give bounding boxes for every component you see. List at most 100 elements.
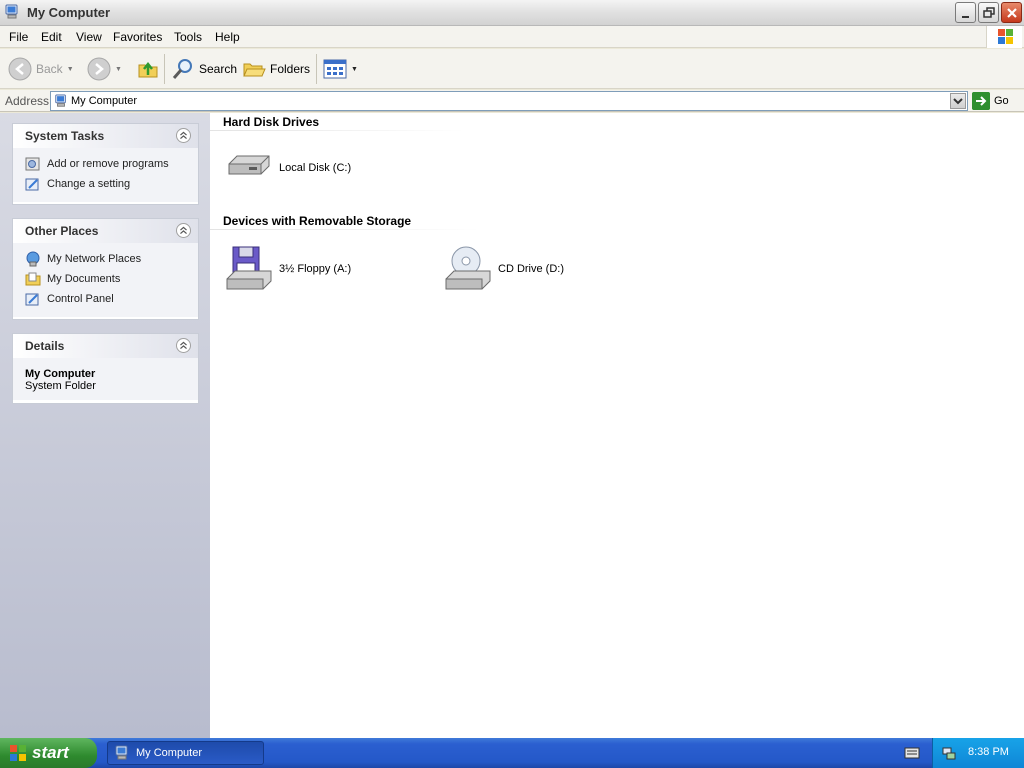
task-label: Add or remove programs (47, 158, 169, 170)
other-places-panel: Other Places My Network Places My Docume… (12, 218, 199, 320)
network-places-icon (26, 251, 40, 267)
system-tasks-title: System Tasks (25, 129, 105, 143)
forward-dropdown-icon[interactable]: ▼ (115, 66, 122, 73)
toolbar-separator (316, 54, 317, 84)
place-label: My Network Places (47, 253, 142, 265)
up-folder-button[interactable] (136, 55, 160, 83)
task-add-remove-programs[interactable]: Add or remove programs (25, 154, 198, 174)
system-tasks-body: Add or remove programs Change a setting (13, 148, 198, 202)
drive-label: CD Drive (D:) (498, 263, 564, 275)
up-folder-icon (138, 61, 158, 78)
address-dropdown-button[interactable] (950, 93, 966, 109)
menu-bar: File Edit View Favorites Tools Help (0, 26, 1024, 48)
details-name: My Computer (25, 368, 96, 380)
title-bar[interactable]: My Computer (0, 0, 1024, 26)
windows-logo (986, 26, 1022, 48)
system-tasks-panel: System Tasks Add or remove programs Chan… (12, 123, 199, 205)
place-my-network-places[interactable]: My Network Places (25, 249, 198, 269)
windows-flag-icon (10, 745, 26, 761)
floppy-drive-icon (226, 246, 272, 290)
back-button[interactable]: Back ▼ (8, 55, 74, 83)
drive-cd-d[interactable]: CD Drive (D:) (444, 245, 564, 293)
search-label: Search (199, 62, 238, 76)
drive-floppy-a[interactable]: 3½ Floppy (A:) (225, 245, 351, 293)
drive-label: 3½ Floppy (A:) (279, 263, 352, 275)
my-computer-icon (115, 745, 128, 760)
views-icon (323, 59, 347, 79)
forward-button[interactable]: ▼ (87, 55, 122, 83)
place-control-panel[interactable]: Control Panel (25, 289, 198, 309)
clock[interactable]: 8:38 PM (968, 746, 1009, 758)
menu-help[interactable]: Help (215, 30, 240, 44)
details-type: System Folder (25, 380, 96, 392)
close-icon (1007, 8, 1017, 18)
folders-label: Folders (270, 62, 311, 76)
menu-tools[interactable]: Tools (174, 30, 202, 44)
my-computer-icon (5, 4, 18, 19)
collapse-icon[interactable] (176, 223, 191, 238)
menu-file[interactable]: File (9, 30, 28, 44)
address-value: My Computer (71, 95, 138, 107)
minimize-button[interactable] (955, 2, 976, 23)
back-arrow-icon (8, 57, 32, 81)
chevron-down-icon (953, 98, 963, 105)
minimize-icon (962, 16, 969, 18)
toolbar: Back ▼ ▼ Search Folders ▼ (0, 49, 1024, 89)
menu-view[interactable]: View (76, 30, 102, 44)
other-places-title: Other Places (25, 224, 99, 238)
address-input[interactable]: My Computer (50, 91, 968, 111)
add-remove-programs-icon (25, 157, 40, 171)
group-divider (210, 130, 465, 131)
place-label: My Documents (47, 273, 121, 285)
search-button[interactable]: Search (171, 55, 237, 83)
start-label: start (32, 743, 69, 762)
restore-button[interactable] (978, 2, 999, 23)
back-dropdown-icon[interactable]: ▼ (67, 66, 74, 73)
details-title: Details (25, 339, 65, 353)
close-button[interactable] (1001, 2, 1022, 23)
group-header-removable: Devices with Removable Storage (223, 214, 412, 228)
content-pane: Hard Disk Drives Local Disk (C:) Devices… (210, 113, 1024, 738)
views-button[interactable]: ▼ (323, 55, 358, 83)
control-panel-icon (25, 178, 39, 191)
address-label: Address (5, 94, 50, 108)
task-change-setting[interactable]: Change a setting (25, 174, 198, 194)
other-places-header[interactable]: Other Places (13, 219, 198, 243)
search-icon (172, 59, 192, 79)
forward-arrow-icon (87, 57, 111, 81)
go-button[interactable]: Go (972, 92, 1009, 110)
window-title: My Computer (27, 5, 111, 20)
system-tasks-header[interactable]: System Tasks (13, 124, 198, 148)
folders-button[interactable]: Folders (242, 55, 310, 83)
windows-flag-icon (998, 29, 1013, 44)
views-dropdown-icon[interactable]: ▼ (351, 66, 358, 73)
details-header[interactable]: Details (13, 334, 198, 358)
other-places-body: My Network Places My Documents Control P… (13, 243, 198, 317)
details-body: My Computer System Folder (13, 358, 198, 400)
task-pane: System Tasks Add or remove programs Chan… (0, 113, 210, 738)
collapse-icon[interactable] (176, 128, 191, 143)
taskbar-window-label: My Computer (136, 747, 203, 759)
folders-icon (243, 63, 266, 77)
task-label: Change a setting (47, 178, 131, 190)
go-label: Go (994, 95, 1009, 107)
menu-edit[interactable]: Edit (41, 30, 62, 44)
control-panel-icon (25, 293, 39, 306)
toolbar-separator (164, 54, 165, 84)
back-label: Back (36, 62, 63, 76)
network-status-icon[interactable] (941, 745, 957, 761)
keyboard-icon[interactable] (904, 746, 920, 760)
taskbar-window-my-computer[interactable]: My Computer (107, 741, 264, 765)
collapse-icon[interactable] (176, 338, 191, 353)
drive-local-disk-c[interactable]: Local Disk (C:) (225, 152, 351, 184)
address-bar: Address My Computer Go (0, 90, 1024, 112)
place-label: Control Panel (47, 293, 114, 305)
menu-favorites[interactable]: Favorites (113, 30, 162, 44)
my-computer-icon (55, 94, 66, 107)
start-button[interactable]: start (0, 738, 97, 768)
place-my-documents[interactable]: My Documents (25, 269, 198, 289)
my-documents-icon (25, 272, 41, 286)
group-header-hard-disks: Hard Disk Drives (223, 115, 320, 129)
hard-disk-icon (228, 155, 270, 175)
restore-icon (983, 7, 995, 18)
